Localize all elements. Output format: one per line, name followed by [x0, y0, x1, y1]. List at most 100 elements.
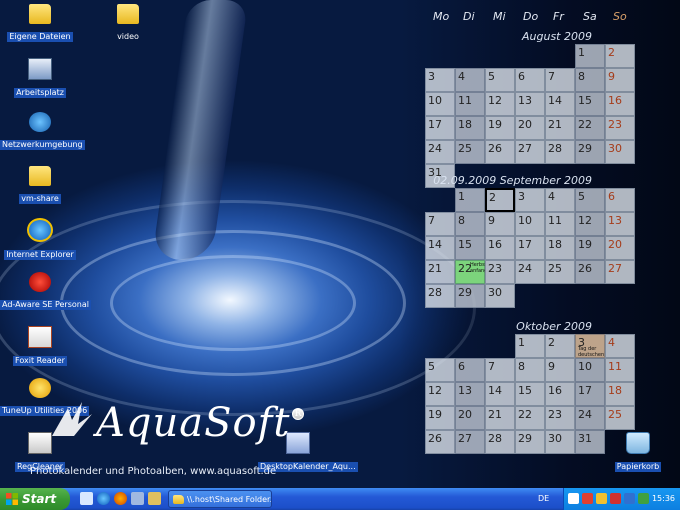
calendar-day[interactable]: 21 [485, 406, 515, 430]
calendar-day[interactable]: 18 [455, 116, 485, 140]
calendar-day[interactable]: 2 [545, 334, 575, 358]
calendar-day[interactable]: 12 [425, 382, 455, 406]
calendar-day[interactable]: 9 [485, 212, 515, 236]
calendar-day[interactable]: 7 [485, 358, 515, 382]
calendar-day[interactable]: 12 [485, 92, 515, 116]
calendar-day[interactable]: 13 [515, 92, 545, 116]
language-indicator[interactable]: DE [538, 488, 549, 510]
calendar-day[interactable]: 4 [545, 188, 575, 212]
calendar-day[interactable]: 6 [605, 188, 635, 212]
calendar-day[interactable]: 14 [425, 236, 455, 260]
calendar-day[interactable]: 24 [425, 140, 455, 164]
calendar-day[interactable]: 26 [485, 140, 515, 164]
calendar-day[interactable]: 17 [515, 236, 545, 260]
calendar-day[interactable]: 3Tag der deutschen Einheit [575, 334, 605, 364]
tray-icon[interactable] [638, 493, 649, 504]
calendar-day[interactable]: 4 [605, 334, 635, 358]
calendar-day[interactable]: 20 [605, 236, 635, 260]
tray-icon[interactable] [624, 493, 635, 504]
calendar-day[interactable]: 27 [515, 140, 545, 164]
calendar-day[interactable]: 28 [485, 430, 515, 454]
calendar-day[interactable]: 12 [575, 212, 605, 236]
calendar-day[interactable]: 8 [455, 212, 485, 236]
calendar-day[interactable]: 25 [605, 406, 635, 430]
desktop-icon-video[interactable]: video [88, 4, 168, 43]
calendar-day[interactable]: 11 [545, 212, 575, 236]
calendar-day[interactable]: 5 [425, 358, 455, 382]
calendar-day[interactable]: 17 [425, 116, 455, 140]
calendar-day[interactable]: 4 [455, 68, 485, 92]
calendar-day[interactable]: 6 [515, 68, 545, 92]
tray-icon[interactable] [610, 493, 621, 504]
desktop-icon-internet-explorer[interactable]: Internet Explorer [0, 218, 80, 261]
calendar-day[interactable]: 3 [515, 188, 545, 212]
tray-icon[interactable] [596, 493, 607, 504]
calendar-day[interactable]: 19 [425, 406, 455, 430]
desktop-icon-netzwerkumgebung[interactable]: Netzwerkumgebung [0, 112, 85, 151]
calendar-day[interactable]: 25 [455, 140, 485, 164]
calendar-day[interactable]: 1 [575, 44, 605, 68]
calendar-day[interactable]: 23 [605, 116, 635, 140]
clock[interactable]: 15:36 [652, 488, 675, 510]
calendar-day[interactable]: 15 [455, 236, 485, 260]
calendar-day[interactable]: 24 [515, 260, 545, 284]
calendar-day[interactable]: 23 [545, 406, 575, 430]
antivirus-tray-icon[interactable] [582, 493, 593, 504]
calendar-day[interactable]: 9 [605, 68, 635, 92]
calendar-day[interactable]: 29 [455, 284, 485, 308]
calendar-day[interactable]: 31 [575, 430, 605, 454]
show-desktop-icon[interactable] [80, 492, 93, 505]
calendar-day[interactable]: 10 [425, 92, 455, 116]
calendar-day[interactable]: 29 [515, 430, 545, 454]
calendar-day[interactable]: 13 [455, 382, 485, 406]
calendar-day[interactable]: 13 [605, 212, 635, 236]
calendar-day[interactable]: 20 [455, 406, 485, 430]
calendar-day[interactable]: 9 [545, 358, 575, 382]
calendar-day[interactable]: 18 [605, 382, 635, 406]
taskbar-window-shared-folder[interactable]: \\.host\Shared Folder... [168, 490, 272, 508]
desktop-icon-ad-aware-se-personal[interactable]: Ad-Aware SE Personal [0, 272, 91, 311]
calendar-day[interactable]: 30 [545, 430, 575, 454]
desktop-icon-arbeitsplatz[interactable]: Arbeitsplatz [0, 58, 80, 99]
calendar-day[interactable]: 14 [545, 92, 575, 116]
desktop-icon-papierkorb[interactable]: Papierkorb [598, 432, 678, 473]
calendar-day[interactable]: 8 [575, 68, 605, 92]
calendar-day[interactable]: 28 [425, 284, 455, 308]
calendar-day[interactable]: 2 [485, 188, 515, 212]
calendar-day[interactable]: 30 [605, 140, 635, 164]
calendar-day[interactable]: 2 [605, 44, 635, 68]
calendar-day[interactable]: 27 [455, 430, 485, 454]
calendar-day[interactable]: 19 [485, 116, 515, 140]
calendar-day[interactable]: 21 [425, 260, 455, 284]
calendar-day[interactable]: 10 [575, 358, 605, 382]
calendar-day[interactable]: 16 [605, 92, 635, 116]
calendar-day[interactable]: 24 [575, 406, 605, 430]
calendar-day[interactable]: 6 [455, 358, 485, 382]
calendar-day[interactable]: 5 [575, 188, 605, 212]
calendar-day[interactable]: 18 [545, 236, 575, 260]
calendar-day[interactable]: 11 [605, 358, 635, 382]
calendar-day[interactable]: 30 [485, 284, 515, 308]
calendar-day[interactable]: 19 [575, 236, 605, 260]
calendar-day[interactable]: 22 [575, 116, 605, 140]
calendar-day[interactable]: 23 [485, 260, 515, 284]
calendar-day[interactable]: 10 [515, 212, 545, 236]
calendar-day[interactable]: 7 [425, 212, 455, 236]
calendar-day[interactable]: 22 Herbst-anfang [455, 260, 488, 284]
calendar-day[interactable]: 29 [575, 140, 605, 164]
start-button[interactable]: Start [0, 488, 70, 510]
desktop-icon-eigene-dateien[interactable]: Eigene Dateien [0, 4, 80, 43]
calendar-day[interactable]: 5 [485, 68, 515, 92]
explorer-quicklaunch-icon[interactable] [148, 492, 161, 505]
calendar-day[interactable]: 1 [515, 334, 545, 358]
firefox-icon[interactable] [114, 492, 127, 505]
calendar-day[interactable]: 25 [545, 260, 575, 284]
calendar-day[interactable]: 16 [485, 236, 515, 260]
calendar-day[interactable]: 1 [455, 188, 485, 212]
calendar-day[interactable]: 28 [545, 140, 575, 164]
media-player-icon[interactable] [131, 492, 144, 505]
calendar-day[interactable]: 15 [515, 382, 545, 406]
calendar-day[interactable]: 15 [575, 92, 605, 116]
desktop-icon-vm-share[interactable]: vm-share [0, 166, 80, 205]
calendar-day[interactable]: 26 [425, 430, 455, 454]
